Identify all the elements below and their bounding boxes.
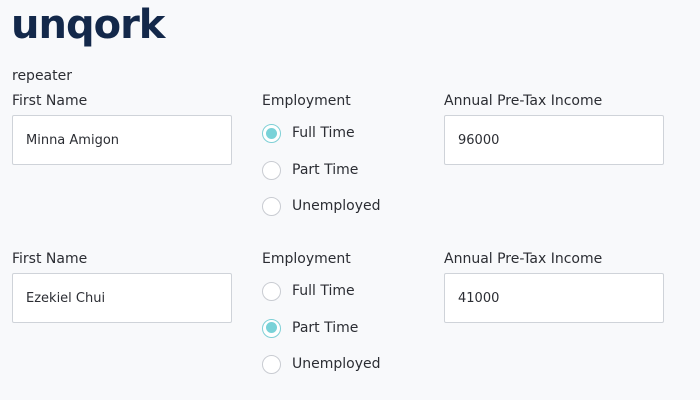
repeater-row: First Name Employment Full Time Part Tim…: [0, 92, 700, 242]
radio-checked-icon[interactable]: [262, 124, 281, 143]
radio-option-label: Part Time: [292, 319, 359, 336]
employment-option-unemployed[interactable]: Unemployed: [262, 355, 381, 392]
radio-unchecked-icon[interactable]: [262, 355, 281, 374]
first-name-label: First Name: [12, 251, 88, 267]
employment-option-full-time[interactable]: Full Time: [262, 282, 381, 319]
radio-option-label: Part Time: [292, 161, 359, 178]
radio-option-label: Full Time: [292, 125, 355, 141]
income-input[interactable]: [444, 115, 664, 165]
employment-radio-group: Full Time Part Time Unemployed: [262, 282, 381, 392]
employment-radio-group: Full Time Part Time Unemployed: [262, 124, 381, 234]
income-label: Annual Pre-Tax Income: [444, 93, 603, 109]
radio-option-label: Unemployed: [292, 356, 381, 372]
employment-option-part-time[interactable]: Part Time: [262, 318, 381, 356]
radio-option-label: Full Time: [292, 283, 355, 299]
employment-label: Employment: [262, 93, 351, 109]
income-input[interactable]: [444, 273, 664, 323]
first-name-input[interactable]: [12, 273, 232, 323]
radio-unchecked-icon[interactable]: [262, 197, 281, 216]
unqork-logo: unqork: [11, 2, 165, 48]
repeater-label: repeater: [12, 68, 72, 84]
radio-unchecked-icon[interactable]: [262, 282, 281, 301]
employment-label: Employment: [262, 251, 351, 267]
radio-unchecked-icon[interactable]: [262, 160, 281, 180]
first-name-label: First Name: [12, 93, 88, 109]
radio-checked-icon[interactable]: [262, 318, 281, 338]
first-name-input[interactable]: [12, 115, 232, 165]
employment-option-part-time[interactable]: Part Time: [262, 160, 381, 198]
radio-option-label: Unemployed: [292, 198, 381, 214]
employment-option-full-time[interactable]: Full Time: [262, 124, 381, 161]
employment-option-unemployed[interactable]: Unemployed: [262, 197, 381, 234]
repeater-row: First Name Employment Full Time Part Tim…: [0, 250, 700, 400]
income-label: Annual Pre-Tax Income: [444, 251, 603, 267]
